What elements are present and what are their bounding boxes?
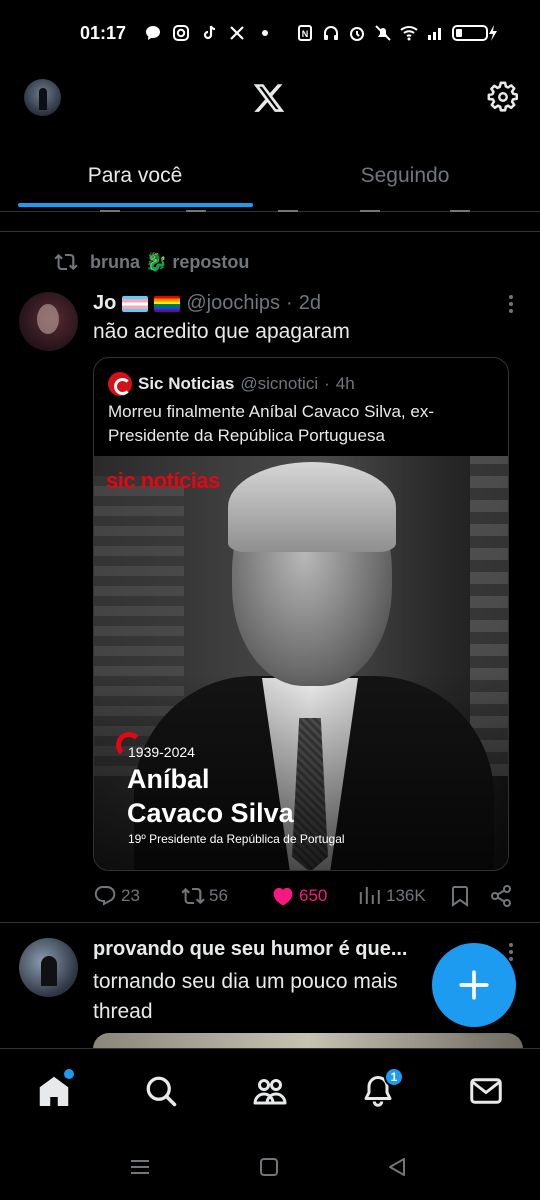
search-icon — [146, 1076, 177, 1107]
quote-author-name: Sic Noticias — [138, 374, 235, 393]
author-handle[interactable]: @joochips — [186, 292, 280, 315]
name-line-2: Cavaco Silva — [127, 798, 294, 828]
back-icon[interactable] — [386, 1156, 408, 1178]
clock: 01:17 — [80, 22, 127, 43]
heart-filled-icon — [273, 887, 293, 906]
dot-icon — [262, 30, 269, 36]
quote-author-handle: @sicnotici — [240, 374, 319, 393]
repost-indicator: bruna 🐉 repostou — [54, 250, 249, 274]
separator-dot: · — [324, 374, 330, 393]
system-navigation-bar — [0, 1134, 540, 1200]
reply-icon — [94, 886, 116, 906]
status-bar: 01:17 N — [0, 0, 540, 66]
messages-icon — [470, 1078, 502, 1104]
more-options-icon[interactable] — [508, 940, 514, 964]
profile-avatar[interactable] — [24, 79, 61, 116]
image-subtitle: 19º Presidente da República de Portugal — [128, 832, 345, 846]
repost-by-label[interactable]: bruna 🐉 repostou — [90, 252, 249, 273]
image-person-name: Aníbal Cavaco Silva — [127, 762, 294, 830]
tab-label: Seguindo — [360, 163, 450, 187]
share-icon — [491, 885, 511, 907]
prev-bookmark-icon — [450, 200, 470, 212]
nav-notifications[interactable]: 1 — [360, 1067, 404, 1109]
mute-icon — [375, 25, 391, 41]
author-name[interactable]: provando que seu humor é que... — [93, 938, 443, 961]
rainbow-flag-emoji — [154, 295, 181, 312]
author-name[interactable]: Jo — [93, 292, 116, 315]
portrait-hair — [228, 462, 396, 552]
tweet-text: não acredito que apagaram — [93, 320, 350, 343]
svg-text:N: N — [302, 29, 309, 39]
quote-text: Morreu finalmente Aníbal Cavaco Silva, e… — [108, 402, 434, 445]
more-options-icon[interactable] — [508, 292, 514, 316]
quote-time: 4h — [335, 374, 355, 393]
home-button-icon[interactable] — [258, 1156, 280, 1178]
communities-icon — [253, 1079, 287, 1105]
status-right-icons: N — [296, 23, 500, 43]
share-button[interactable] — [489, 884, 513, 908]
nfc-icon: N — [298, 25, 312, 41]
sic-noticias-logo: sic notícias — [106, 468, 220, 493]
view-count: 136K — [386, 886, 426, 905]
views-chart-icon — [359, 887, 380, 904]
name-line-1: Aníbal — [127, 764, 210, 794]
repost-button[interactable]: 56 — [181, 884, 228, 908]
x-logo-icon — [253, 84, 285, 112]
views-button[interactable]: 136K — [358, 884, 426, 908]
chat-bubble-icon — [146, 26, 161, 40]
like-button[interactable]: 650 — [271, 884, 327, 908]
instagram-icon — [173, 25, 190, 41]
reply-count: 23 — [121, 886, 140, 905]
bookmark-button[interactable] — [448, 884, 472, 908]
new-posts-badge — [64, 1069, 74, 1079]
bottom-navigation: 1 — [0, 1048, 540, 1134]
plus-icon — [459, 970, 489, 1000]
quoted-tweet[interactable]: Sic Noticias @sicnotici · 4h Morreu fina… — [93, 357, 509, 871]
image-years: 1939-2024 — [128, 744, 195, 760]
compose-button[interactable] — [432, 943, 516, 1027]
nav-messages[interactable] — [468, 1073, 504, 1109]
notification-count-badge: 1 — [384, 1067, 404, 1087]
prev-repost-icon — [186, 200, 206, 212]
repost-icon — [181, 887, 205, 905]
reply-button[interactable]: 23 — [93, 884, 140, 908]
separator-dot: · — [286, 292, 293, 314]
trans-flag-emoji — [122, 295, 149, 312]
nav-communities[interactable] — [252, 1073, 288, 1109]
gear-icon[interactable] — [486, 80, 520, 114]
tweet-time[interactable]: 2d — [299, 292, 321, 315]
tweet-header: Jo @joochips · 2d — [93, 292, 321, 315]
x-icon — [230, 26, 244, 40]
prev-like-icon — [278, 200, 298, 212]
status-left-icons — [144, 24, 274, 42]
wifi-icon — [400, 26, 418, 41]
tweet-actions: 23 56 650 136K — [93, 880, 523, 914]
author-avatar[interactable] — [19, 292, 78, 351]
nav-search[interactable] — [143, 1073, 179, 1109]
author-avatar[interactable] — [19, 938, 78, 997]
nav-home[interactable] — [36, 1069, 74, 1109]
battery-charging-icon — [452, 25, 497, 41]
headset-icon — [324, 26, 338, 40]
tab-label: Para você — [87, 163, 183, 187]
tiktok-icon — [203, 25, 216, 40]
tweet-divider — [0, 922, 540, 923]
previous-tweet-actions — [0, 200, 540, 232]
prev-reply-icon — [100, 200, 120, 212]
alarm-icon — [350, 27, 364, 41]
quote-image[interactable]: sic notícias 1939-2024 Aníbal Cavaco Sil… — [94, 456, 508, 870]
recent-apps-icon[interactable] — [129, 1156, 151, 1178]
repost-count: 56 — [209, 886, 228, 905]
prev-views-icon — [360, 200, 380, 212]
like-count: 650 — [299, 886, 328, 905]
top-header — [0, 66, 540, 130]
quote-header: Sic Noticias @sicnotici · 4h — [108, 372, 355, 396]
repost-icon — [54, 253, 78, 271]
bookmark-icon — [452, 886, 468, 907]
quote-author-avatar — [108, 372, 132, 396]
signal-icon — [428, 28, 441, 40]
